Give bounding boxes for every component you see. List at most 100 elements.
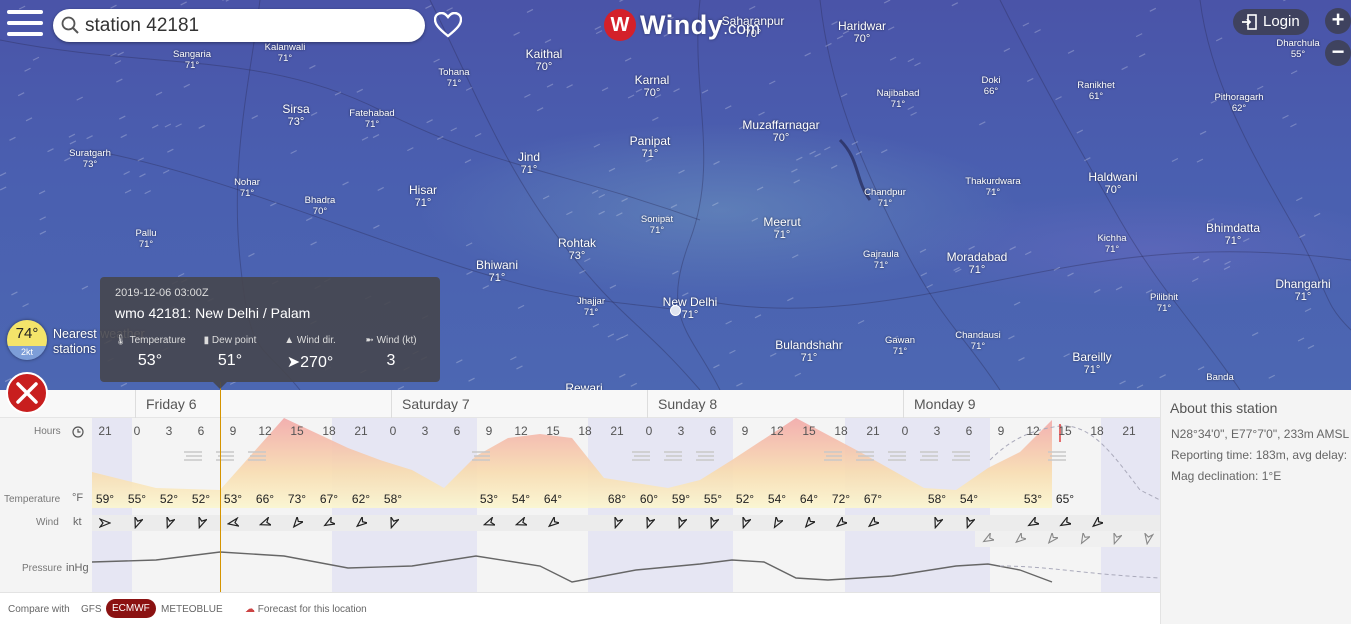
city-temp: 71°: [873, 260, 889, 272]
city-label[interactable]: Dharchula 55°: [1276, 38, 1319, 61]
city-temp: 71°: [414, 197, 432, 210]
hour-cell: 0: [901, 424, 909, 438]
popup-dew-point: ▮ Dew point 51°: [203, 335, 257, 369]
forecast-location-link[interactable]: ☁ Forecast for this location: [245, 604, 367, 615]
city-label[interactable]: Bhadra 70°: [305, 195, 336, 218]
city-label[interactable]: Gawan 71°: [885, 335, 915, 358]
city-name: Kaithal: [525, 47, 563, 61]
wind-arrow-icon: [1059, 517, 1071, 527]
city-label[interactable]: Bhiwani 71°: [476, 258, 518, 286]
wind-arrow-icon: [1080, 533, 1090, 545]
favorite-heart-icon[interactable]: [434, 12, 462, 38]
city-label[interactable]: Jind 71°: [518, 150, 540, 178]
source-meteoblue[interactable]: METEOBLUE: [161, 604, 223, 615]
new-delhi-marker[interactable]: [670, 305, 681, 316]
hour-cell: 3: [421, 424, 429, 438]
source-ecmwf[interactable]: ECMWF: [106, 599, 156, 618]
wind-arrow-icon: [614, 517, 623, 529]
station-popup: 2019-12-06 03:00Z wmo 42181: New Delhi /…: [100, 277, 440, 382]
city-label[interactable]: Pallu 71°: [135, 228, 156, 251]
city-temp: 71°: [970, 341, 986, 353]
windy-logo[interactable]: W Windy .com: [604, 8, 760, 42]
city-temp: 61°: [1088, 91, 1104, 103]
city-name: Rewari: [565, 381, 603, 390]
popup-wind-dir: ▲ Wind dir. ➤270°: [284, 335, 336, 371]
city-label[interactable]: Hisar 71°: [409, 183, 437, 211]
city-label[interactable]: Panipat 71°: [630, 134, 671, 162]
city-label[interactable]: Bulandshahr 71°: [775, 338, 842, 366]
city-temp: 70°: [643, 87, 661, 100]
hour-cell: 6: [965, 424, 973, 438]
hour-cell: 6: [197, 424, 205, 438]
nearest-weather-bubble[interactable]: 74° 2kt: [7, 320, 47, 360]
city-label[interactable]: Muzaffarnagar 70°: [742, 118, 819, 146]
city-label[interactable]: Sirsa 73°: [282, 102, 309, 130]
city-label[interactable]: Karnal 70°: [635, 73, 670, 101]
city-label[interactable]: Nohar 71°: [234, 177, 260, 200]
city-label[interactable]: Thakurdwara 71°: [965, 176, 1020, 199]
city-temp: 70°: [772, 132, 790, 145]
wind-arrow-icon: [227, 517, 239, 528]
city-label[interactable]: Gajraula 71°: [863, 249, 899, 272]
city-label[interactable]: Kalanwali 71°: [265, 42, 306, 65]
city-label[interactable]: Chandausi 71°: [955, 330, 1000, 353]
city-name: Moradabad: [946, 250, 1008, 264]
city-label[interactable]: Banda: [1206, 372, 1233, 383]
city-label[interactable]: Moradabad 71°: [947, 250, 1008, 278]
forecast-table[interactable]: Friday 6 Saturday 7 Sunday 8 Monday 9 Ho…: [0, 390, 1160, 592]
city-label[interactable]: Doki 66°: [981, 75, 1000, 98]
city-label[interactable]: Meerut 71°: [763, 215, 800, 243]
city-name: Gajraula: [863, 249, 899, 260]
city-label[interactable]: Fatehabad 71°: [349, 108, 394, 131]
city-temp: 71°: [968, 264, 986, 277]
city-name: Suratgarh: [69, 148, 111, 159]
wind-arrow-icon: [259, 517, 271, 526]
wind-arrow-icon: [99, 517, 111, 529]
zoom-in-button[interactable]: +: [1325, 8, 1351, 34]
wind-arrow-icon: [134, 517, 143, 529]
city-label[interactable]: Kaithal 70°: [526, 47, 563, 75]
city-name: Sangaria: [172, 49, 212, 60]
city-temp: 70°: [312, 206, 328, 218]
city-label[interactable]: Haridwar 70°: [838, 19, 886, 47]
city-label[interactable]: Ranikhet 61°: [1077, 80, 1115, 103]
about-reporting: Reporting time: 183m, avg delay: 1: [1171, 448, 1351, 462]
city-label[interactable]: Jhajjar 71°: [577, 296, 605, 319]
login-button[interactable]: Login: [1233, 9, 1309, 35]
city-label[interactable]: Suratgarh 73°: [69, 148, 111, 171]
city-temp: 71°: [1104, 244, 1120, 256]
hour-cell: 0: [133, 424, 141, 438]
city-label[interactable]: Chandpur 71°: [864, 187, 906, 210]
city-label[interactable]: Kichha 71°: [1097, 233, 1126, 256]
city-label[interactable]: Najibabad 71°: [877, 88, 920, 111]
city-label[interactable]: Dhangarhi 71°: [1275, 277, 1330, 305]
search-input[interactable]: [85, 13, 415, 38]
source-gfs[interactable]: GFS: [81, 604, 102, 615]
city-label[interactable]: Rohtak 73°: [558, 236, 596, 264]
zoom-out-button[interactable]: −: [1325, 40, 1351, 66]
close-forecast-button[interactable]: [6, 372, 48, 414]
wind-arrow-icon: [515, 517, 527, 526]
city-name: Doki: [981, 75, 1001, 86]
city-name: Panipat: [629, 134, 671, 148]
city-name: Pithoragarh: [1214, 92, 1264, 103]
city-label[interactable]: Pithoragarh 62°: [1214, 92, 1263, 115]
wind-arrow-icon: [982, 533, 994, 543]
city-label[interactable]: Pilibhit 71°: [1150, 292, 1178, 315]
hour-cell: 6: [709, 424, 717, 438]
hour-cell: 0: [389, 424, 397, 438]
city-temp: 71°: [800, 352, 818, 365]
search-box[interactable]: [53, 9, 425, 42]
menu-button[interactable]: [7, 10, 43, 40]
city-label[interactable]: Sonipat 71°: [641, 214, 673, 237]
city-label[interactable]: Bhimdatta 71°: [1206, 221, 1260, 249]
city-label[interactable]: Tohana 71°: [438, 67, 469, 90]
city-name: Dhangarhi: [1275, 277, 1331, 291]
wind-dir-arrow-icon: ➤: [286, 354, 301, 371]
city-label[interactable]: Rewari: [565, 381, 602, 390]
city-label[interactable]: Haldwani 70°: [1088, 170, 1137, 198]
city-label[interactable]: Bareilly 71°: [1072, 350, 1111, 378]
login-label: Login: [1263, 13, 1300, 30]
city-label[interactable]: Sangaria 71°: [173, 49, 211, 72]
city-temp: 71°: [520, 164, 538, 177]
